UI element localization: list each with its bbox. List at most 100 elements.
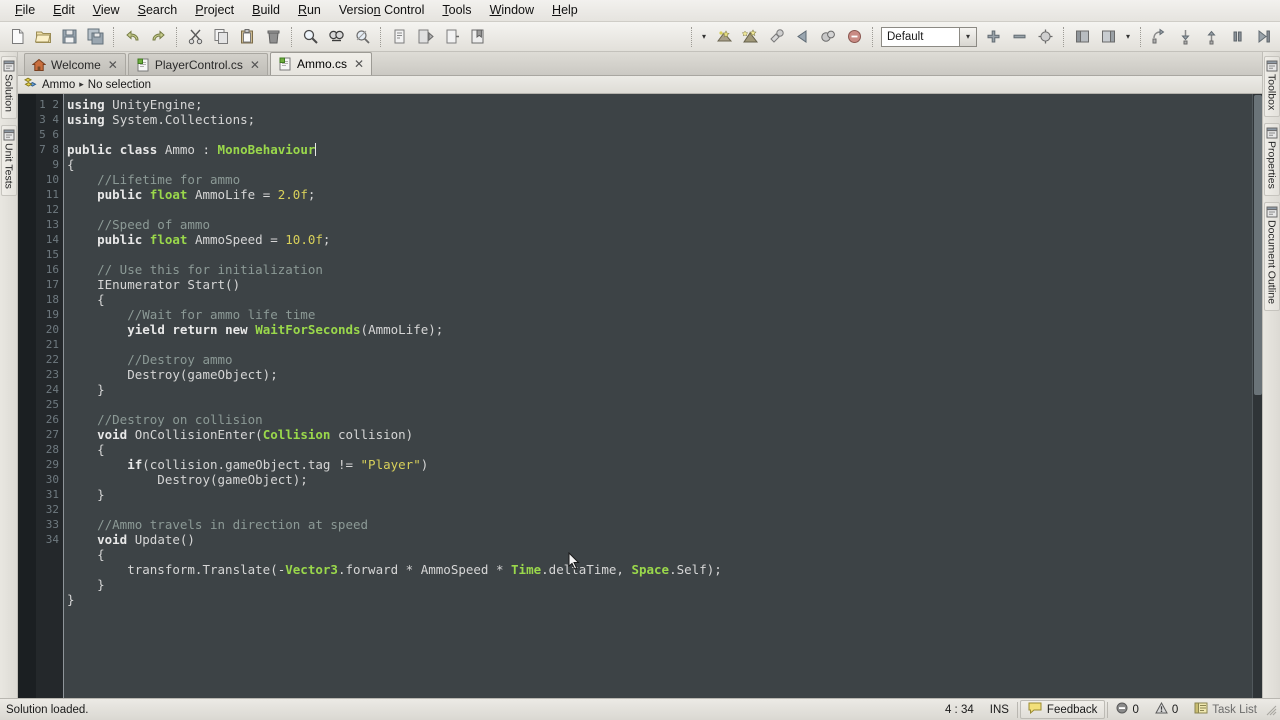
- zoom-in-icon[interactable]: [980, 25, 1006, 49]
- step-into-icon[interactable]: [1172, 25, 1198, 49]
- menu-item-run[interactable]: Run: [289, 1, 330, 20]
- pad-button-properties[interactable]: Properties: [1263, 123, 1280, 197]
- error-status[interactable]: 0: [1108, 701, 1146, 719]
- code-line: {: [67, 157, 1252, 172]
- code-token: {: [67, 157, 75, 172]
- code-token: .Self);: [669, 562, 722, 577]
- code-line: }: [67, 577, 1252, 592]
- code-token: float: [149, 187, 188, 202]
- paste-icon[interactable]: [234, 25, 260, 49]
- document-tab-playercontrol-cs[interactable]: PlayerControl.cs ✕: [127, 53, 268, 75]
- code-line: //Lifetime for ammo: [67, 172, 1252, 187]
- document-tab-welcome[interactable]: Welcome ✕: [24, 53, 126, 75]
- comment-icon[interactable]: [386, 25, 412, 49]
- code-line: {: [67, 547, 1252, 562]
- stop-icon[interactable]: [841, 25, 867, 49]
- chevron-down-icon[interactable]: ▾: [959, 27, 976, 46]
- pad-button-toolbox[interactable]: Toolbox: [1263, 56, 1280, 118]
- code-line: {: [67, 442, 1252, 457]
- layout-icon[interactable]: [1069, 25, 1095, 49]
- code-token: Collision: [262, 427, 331, 442]
- code-token: }: [67, 577, 105, 592]
- pause-icon[interactable]: [1224, 25, 1250, 49]
- menu-item-version-control[interactable]: Version Control: [330, 1, 433, 20]
- code-content[interactable]: using UnityEngine; using System.Collectio…: [64, 94, 1252, 698]
- new-file-icon[interactable]: [4, 25, 30, 49]
- run-icon[interactable]: [789, 25, 815, 49]
- editor-fold-margin[interactable]: [18, 94, 36, 698]
- class-icon: [23, 76, 38, 93]
- zoom-reset-icon[interactable]: [1032, 25, 1058, 49]
- undo-icon[interactable]: [119, 25, 145, 49]
- debug-attach-icon[interactable]: [763, 25, 789, 49]
- find-next-icon[interactable]: [349, 25, 375, 49]
- save-all-icon[interactable]: [82, 25, 108, 49]
- document-tab-ammo-cs[interactable]: Ammo.cs ✕: [269, 52, 373, 75]
- rebuild-icon[interactable]: [737, 25, 763, 49]
- copy-icon[interactable]: [208, 25, 234, 49]
- pad-label: Unit Tests: [2, 142, 15, 189]
- menu-item-window[interactable]: Window: [481, 1, 543, 20]
- feedback-button[interactable]: Feedback: [1019, 700, 1106, 719]
- find-replace-icon[interactable]: [323, 25, 349, 49]
- resize-grip-icon[interactable]: [1265, 704, 1277, 716]
- code-token: .forward * AmmoSpeed *: [337, 562, 512, 577]
- indent-icon[interactable]: [438, 25, 464, 49]
- toolbar-separator: [113, 26, 114, 47]
- layout-alt-icon[interactable]: [1095, 25, 1121, 49]
- menu-item-help[interactable]: Help: [543, 1, 587, 20]
- close-icon[interactable]: ✕: [248, 58, 260, 72]
- toolbar-separator: [691, 26, 692, 47]
- open-folder-icon[interactable]: [30, 25, 56, 49]
- layout-dropdown-arrow-icon[interactable]: ▾: [1121, 25, 1135, 49]
- step-out-icon[interactable]: [1198, 25, 1224, 49]
- menu-item-tools[interactable]: Tools: [433, 1, 480, 20]
- step-over-icon[interactable]: [1146, 25, 1172, 49]
- text-editor: 1 2 3 4 5 6 7 8 9 10 11 12 13 14 15 16 1…: [18, 94, 1262, 698]
- task-list-button[interactable]: Task List: [1186, 701, 1265, 719]
- delete-icon[interactable]: [260, 25, 286, 49]
- redo-icon[interactable]: [145, 25, 171, 49]
- close-icon[interactable]: ✕: [352, 57, 364, 71]
- code-token: "Player": [360, 457, 421, 472]
- speech-bubble-icon: [1028, 702, 1042, 717]
- continue-icon[interactable]: [1250, 25, 1276, 49]
- menu-item-edit[interactable]: Edit: [44, 1, 84, 20]
- bookmark-icon[interactable]: [464, 25, 490, 49]
- menu-item-view[interactable]: View: [84, 1, 129, 20]
- code-token: }: [67, 382, 105, 397]
- stop-build-icon[interactable]: [815, 25, 841, 49]
- code-token: ;: [322, 232, 331, 247]
- zoom-out-icon[interactable]: [1006, 25, 1032, 49]
- close-icon[interactable]: ✕: [106, 58, 118, 72]
- cut-icon[interactable]: [182, 25, 208, 49]
- pad-button-solution[interactable]: Solution: [0, 56, 17, 119]
- pad-button-unit-tests[interactable]: Unit Tests: [0, 124, 17, 196]
- warning-status[interactable]: 0: [1147, 701, 1186, 719]
- save-icon[interactable]: [56, 25, 82, 49]
- code-line: //Wait for ammo life time: [67, 307, 1252, 322]
- configuration-combobox[interactable]: Default ▾: [881, 26, 977, 47]
- insert-mode-indicator[interactable]: INS: [982, 701, 1017, 719]
- scrollbar-thumb[interactable]: [1254, 95, 1262, 395]
- breadcrumb-class[interactable]: Ammo: [42, 79, 75, 91]
- find-icon[interactable]: [297, 25, 323, 49]
- toolbar-overflow-arrow-icon[interactable]: ▾: [697, 25, 711, 49]
- uncomment-icon[interactable]: [412, 25, 438, 49]
- build-icon[interactable]: [711, 25, 737, 49]
- code-token: UnityEngine;: [104, 97, 203, 112]
- menu-item-project[interactable]: Project: [186, 1, 243, 20]
- code-token: Space: [631, 562, 670, 577]
- menu-item-file[interactable]: File: [6, 1, 44, 20]
- menu-item-build[interactable]: Build: [243, 1, 289, 20]
- code-token: using: [67, 97, 105, 112]
- pad-button-document-outline[interactable]: Document Outline: [1263, 202, 1280, 312]
- editor-vertical-scrollbar[interactable]: [1252, 94, 1262, 698]
- breadcrumb-member[interactable]: No selection: [88, 79, 151, 91]
- menu-item-search[interactable]: Search: [129, 1, 187, 20]
- tab-label: Welcome: [51, 57, 101, 72]
